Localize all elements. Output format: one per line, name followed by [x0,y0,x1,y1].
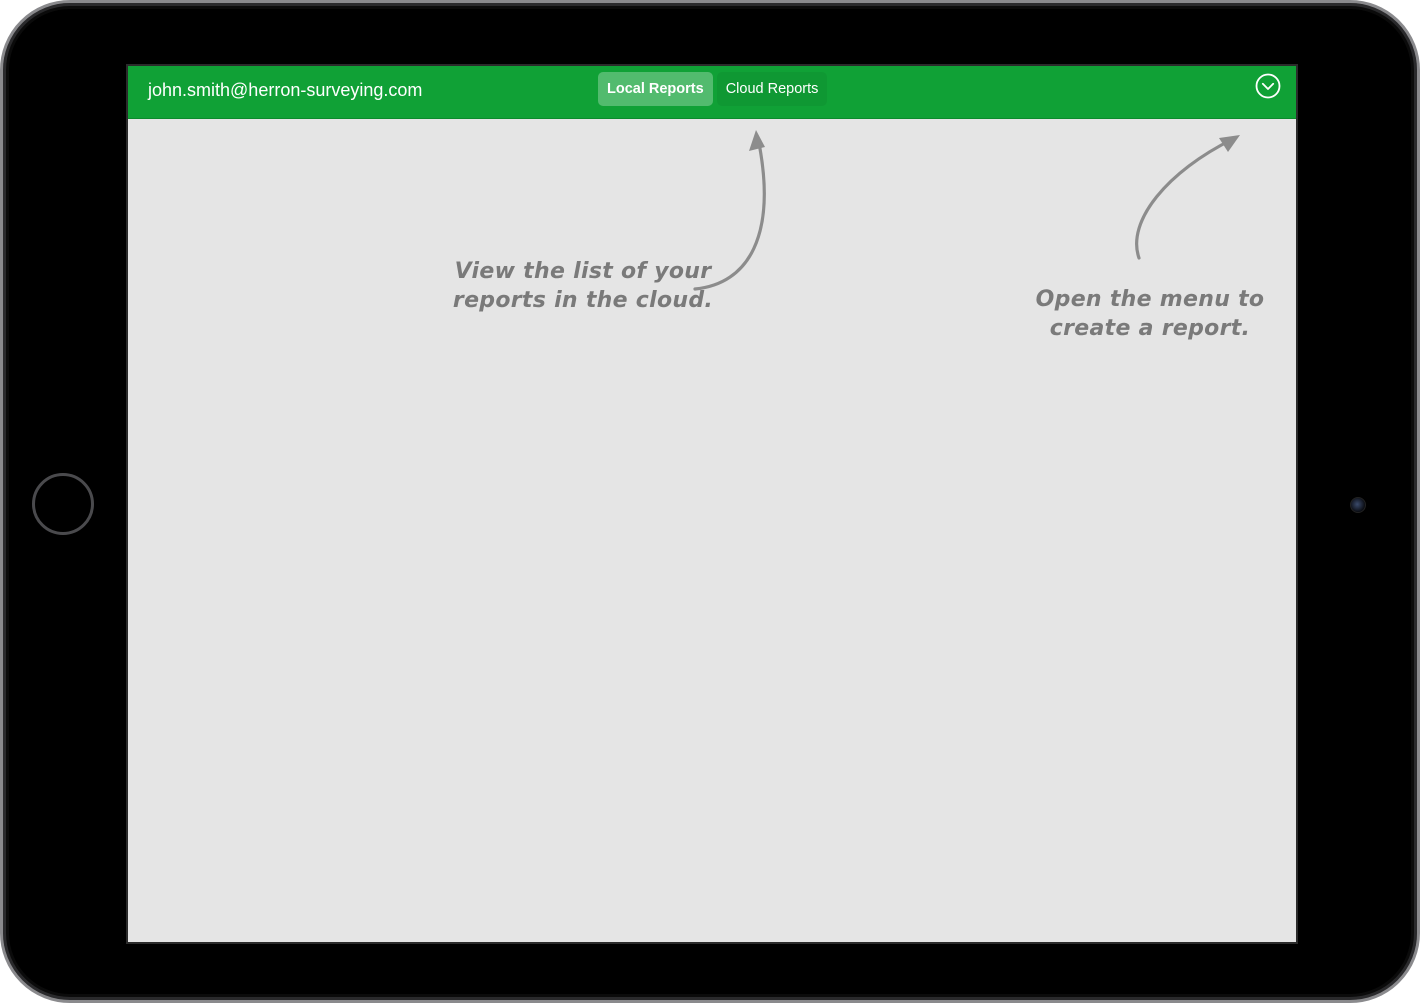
user-email: john.smith@herron-surveying.com [148,80,423,100]
app-screen: john.smith@herron-surveying.com Local Re… [126,64,1298,944]
menu-arrowhead [1219,135,1240,152]
front-camera [1350,497,1366,513]
cloud-hint-line-1: View the list of your [454,259,712,284]
cloud-reports-hint: View the list of your reports in the clo… [443,257,723,315]
menu-hint-line-2: create a report. [1049,316,1251,341]
menu-hint-line-1: Open the menu to [1035,287,1265,312]
top-navigation-bar: john.smith@herron-surveying.com Local Re… [128,66,1296,119]
menu-hint: Open the menu to create a report. [1015,285,1285,343]
tablet-frame: john.smith@herron-surveying.com Local Re… [0,0,1420,1003]
cloud-hint-line-2: reports in the cloud. [452,288,714,313]
chevron-down-circle-icon [1255,73,1281,99]
menu-arrow [1135,137,1235,260]
menu-button[interactable] [1255,73,1281,99]
annotation-arrows [693,130,1240,291]
home-button[interactable] [32,473,94,535]
cloud-reports-arrowhead [749,130,765,151]
tab-cloud-reports[interactable]: Cloud Reports [716,72,828,106]
tab-local-reports[interactable]: Local Reports [598,72,713,106]
reports-segmented-control: Local Reports Cloud Reports [598,72,828,106]
